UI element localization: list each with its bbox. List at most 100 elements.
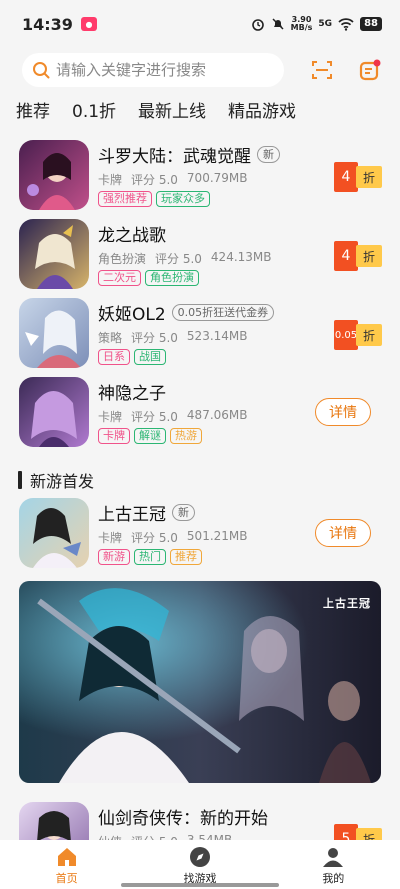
user-icon [323,848,344,867]
game-title-line: 仙剑奇侠传：新的开始 [98,804,268,829]
new-badge: 新 [257,146,280,163]
game-title-line: 上古王冠 新 [98,500,195,525]
signal-label: 5G [318,19,333,29]
status-time: 14:39 [22,14,73,34]
network-speed: 3.90 MB/s [291,16,313,32]
game-meta: 卡牌 评分 5.0 501.21MB [98,529,248,546]
game-tags: 强烈推荐 玩家众多 [98,191,210,207]
detail-button[interactable]: 详情 [315,519,371,547]
search-box[interactable] [22,53,284,87]
tag: 热门 [134,549,166,565]
game-meta: 卡牌 评分 5.0 700.79MB [98,171,248,188]
alarm-icon [251,19,264,31]
game-size: 424.13MB [210,250,272,264]
game-title-line: 神隐之子 [98,379,166,404]
game-row[interactable]: 上古王冠 新 卡牌 评分 5.0 501.21MB 新游 热门 推荐 详情 [0,498,400,570]
nav-home[interactable]: 首页 [27,846,107,886]
game-name: 上古王冠 [98,505,166,525]
section-title: 新游首发 [30,472,95,491]
tab-new-release[interactable]: 最新上线 [138,97,206,122]
game-rating: 评分 5.0 [131,331,178,345]
game-icon[interactable] [19,140,89,210]
discount-value: 4 [334,241,358,271]
game-row[interactable]: 神隐之子 卡牌 评分 5.0 487.06MB 卡牌 解谜 热游 详情 [0,377,400,449]
game-category: 卡牌 [98,410,123,424]
game-title-line: 斗罗大陆：武魂觉醒 新 [98,142,280,167]
search-icon [33,62,50,79]
new-badge: 新 [172,504,195,521]
game-rating: 评分 5.0 [131,531,178,545]
discount-badge: 4 折 [334,162,382,192]
scan-icon[interactable] [310,58,334,82]
game-category: 卡牌 [98,173,123,187]
section-bar [18,471,22,489]
tag: 新游 [98,549,130,565]
game-category: 策略 [98,331,123,345]
game-row[interactable]: 妖姬OL2 0.05折狂送代金券 策略 评分 5.0 523.14MB 日系 战… [0,298,400,370]
game-icon[interactable] [19,498,89,568]
game-rating: 评分 5.0 [131,410,178,424]
wifi-icon [338,17,354,31]
game-tags: 卡牌 解谜 热游 [98,428,202,444]
game-name: 龙之战歌 [98,226,166,246]
nav-label: 我的 [322,872,345,885]
game-title-line: 龙之战歌 [98,221,166,246]
game-icon[interactable] [19,219,89,289]
promo-badge: 0.05折狂送代金券 [171,304,275,321]
game-name: 斗罗大陆：武魂觉醒 [98,147,251,167]
game-tags: 日系 战国 [98,349,166,365]
tab-recommend[interactable]: 推荐 [16,97,50,122]
banner-artwork [19,581,381,783]
home-icon [57,848,76,866]
search-input[interactable] [56,61,266,79]
game-row[interactable]: 龙之战歌 角色扮演 评分 5.0 424.13MB 二次元 角色扮演 4 折 [0,219,400,291]
tag: 热游 [170,428,202,444]
game-size: 487.06MB [186,408,248,422]
message-icon[interactable] [358,58,382,82]
category-tabs: 推荐 0.1折 最新上线 精品游戏 [16,97,296,122]
game-category: 角色扮演 [98,252,147,266]
nav-label: 首页 [55,872,78,885]
game-row[interactable]: 斗罗大陆：武魂觉醒 新 卡牌 评分 5.0 700.79MB 强烈推荐 玩家众多… [0,140,400,212]
app-notification-icon: ● [80,17,97,31]
banner-logo-text: 上古王冠 [323,597,371,610]
tab-premium[interactable]: 精品游戏 [228,97,296,122]
home-indicator [121,883,279,887]
tab-discount[interactable]: 0.1折 [72,97,116,122]
section-header: 新游首发 [18,468,94,492]
game-size: 501.21MB [186,529,248,543]
status-bar: 14:39 ● 3.90 MB/s 5G 88 [0,0,400,48]
discount-unit: 折 [356,324,382,346]
tag: 推荐 [170,549,202,565]
game-meta: 卡牌 评分 5.0 487.06MB [98,408,248,425]
game-tags: 二次元 角色扮演 [98,270,199,286]
bottom-nav: 首页 找游戏 我的 [0,840,400,889]
game-name: 神隐之子 [98,384,166,404]
tag: 二次元 [98,270,141,286]
nav-find-games[interactable]: 找游戏 [160,846,240,886]
game-tags: 新游 热门 推荐 [98,549,202,565]
game-name: 仙剑奇侠传：新的开始 [98,809,268,829]
game-rating: 评分 5.0 [131,173,178,187]
game-banner[interactable]: 上古王冠 [19,581,381,783]
game-name: 妖姬OL2 [98,305,166,325]
game-icon[interactable] [19,298,89,368]
game-category: 卡牌 [98,531,123,545]
discount-unit: 折 [356,245,382,267]
game-icon[interactable] [19,377,89,447]
tag: 解谜 [134,428,166,444]
game-size: 523.14MB [186,329,248,343]
detail-button[interactable]: 详情 [315,398,371,426]
battery-indicator: 88 [360,17,382,31]
game-title-line: 妖姬OL2 0.05折狂送代金券 [98,300,275,325]
search-row [22,52,392,88]
discount-value: 4 [334,162,358,192]
nav-mine[interactable]: 我的 [293,846,373,886]
tag: 强烈推荐 [98,191,152,207]
tag: 角色扮演 [145,270,199,286]
tag: 战国 [134,349,166,365]
discount-value: 0.05 [334,320,358,350]
discount-unit: 折 [356,166,382,188]
mute-icon [272,18,284,30]
tag: 日系 [98,349,130,365]
